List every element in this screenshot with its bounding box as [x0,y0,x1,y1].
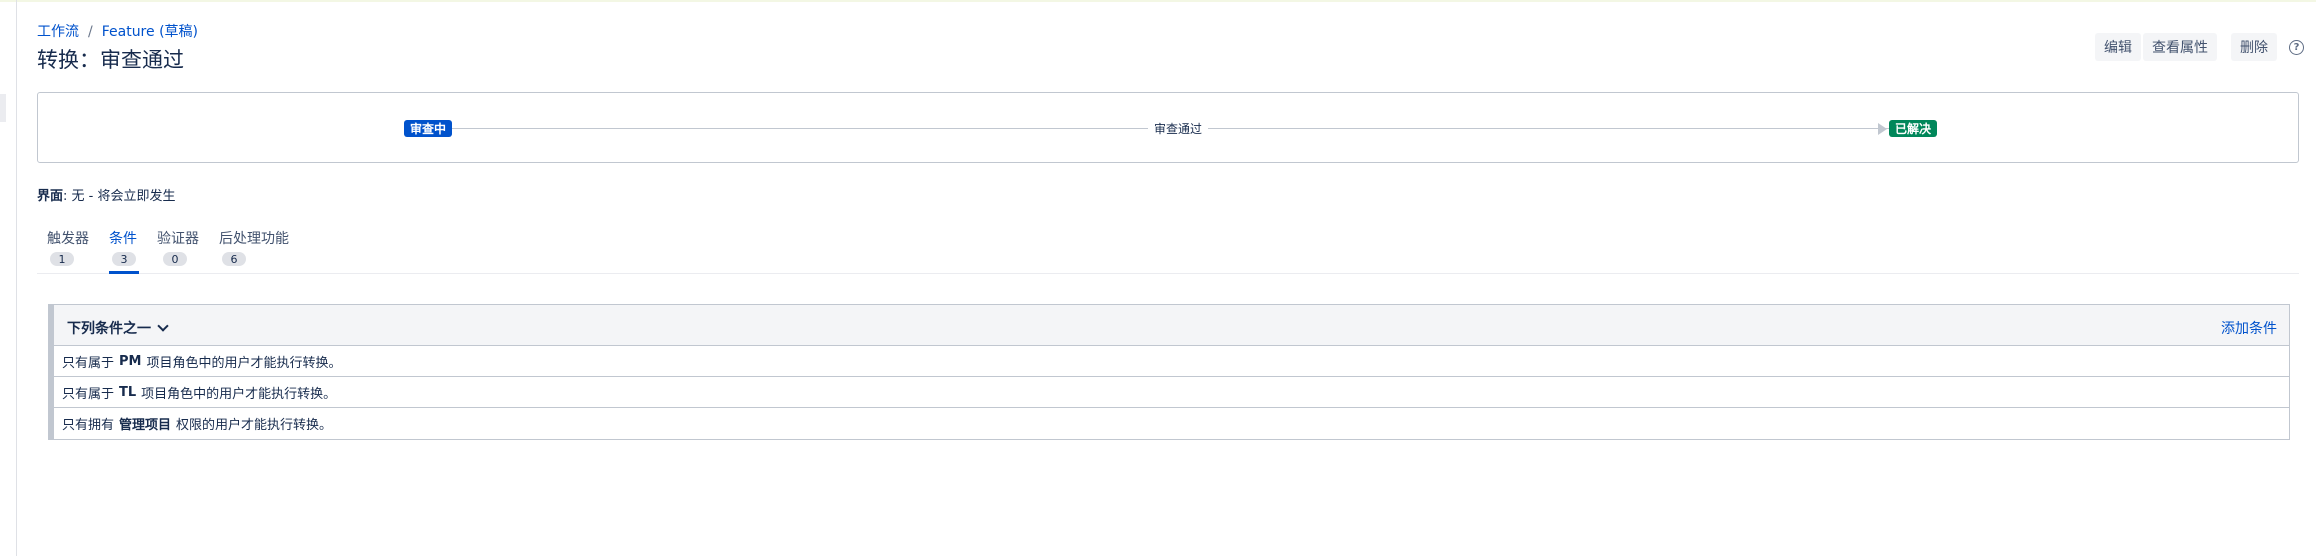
breadcrumb: 工作流 / Feature (草稿) [37,21,198,41]
tab-conditions-label: 条件 [109,231,137,247]
condition-row[interactable]: 只有拥有 管理项目 权限的用户才能执行转换。 [49,408,2289,439]
help-icon[interactable]: ? [2289,39,2304,55]
tab-triggers-label: 触发器 [47,231,89,247]
view-properties-button[interactable]: 查看属性 [2143,33,2217,61]
transition-line-right [1196,128,1920,129]
screen-info: 界面: 无 - 将会立即发生 [37,185,175,204]
condition-text-suffix: 项目角色中的用户才能执行转换。 [141,386,337,402]
condition-row[interactable]: 只有属于 PM 项目角色中的用户才能执行转换。 [49,346,2289,377]
condition-row[interactable]: 只有属于 TL 项目角色中的用户才能执行转换。 [49,377,2289,408]
edit-button[interactable]: 编辑 [2095,33,2141,61]
tab-post-functions-label: 后处理功能 [219,231,289,247]
transition-name-label: 审查通过 [1148,120,1209,137]
tab-triggers-count-badge: 1 [50,252,74,266]
condition-text-prefix: 只有属于 [62,386,115,402]
chevron-down-icon [157,320,169,332]
condition-group-dropdown[interactable]: 下列条件之一 [67,318,169,338]
sidebar-divider [16,0,17,556]
tab-post-functions-count-badge: 6 [222,252,246,266]
conditions-panel: 下列条件之一 添加条件 只有属于 PM 项目角色中的用户才能执行转换。 只有属于 TL… [48,304,2290,440]
tab-validators-count-badge: 0 [163,252,187,266]
arrow-right-icon [1878,123,1887,135]
add-condition-link[interactable]: 添加条件 [2221,318,2277,338]
condition-text-suffix: 项目角色中的用户才能执行转换。 [146,355,342,371]
top-accent-line [0,0,2316,2]
transition-diagram: 审查中 审查通过 已解决 [37,92,2299,163]
tab-validators[interactable]: 验证器 0 [157,228,202,274]
tab-validators-label: 验证器 [157,231,199,247]
from-status-lozenge: 审查中 [404,120,453,137]
condition-text-prefix: 只有属于 [62,355,115,371]
tab-conditions-count-badge: 3 [112,252,136,266]
tab-triggers[interactable]: 触发器 1 [47,228,92,274]
tab-post-functions[interactable]: 后处理功能 6 [219,228,294,274]
screen-value: : 无 - 将会立即发生 [63,189,176,204]
sidebar-collapse-handle[interactable] [0,94,6,122]
to-status-lozenge: 已解决 [1889,120,1938,137]
condition-text-prefix: 只有拥有 [62,418,115,433]
condition-text-suffix: 权限的用户才能执行转换。 [176,418,333,433]
page-title: 转换：审查通过 [37,48,184,72]
screen-label: 界面 [37,189,64,204]
condition-group-label: 下列条件之一 [67,321,151,337]
breadcrumb-separator: / [88,24,93,40]
condition-text-key: TL [119,384,137,400]
header-actions: 编辑 查看属性 删除 ? [2095,33,2304,61]
transition-line-left [450,128,1174,129]
condition-text-key: PM [119,353,142,369]
tab-conditions[interactable]: 条件 3 [109,228,139,274]
active-tab-indicator [109,271,139,274]
breadcrumb-workflows-link[interactable]: 工作流 [37,24,79,40]
condition-text-key: 管理项目 [119,418,172,433]
conditions-header: 下列条件之一 添加条件 [49,305,2289,346]
tab-bar: 触发器 1 条件 3 验证器 0 后处理功能 6 [37,228,2299,274]
delete-button[interactable]: 删除 [2231,33,2277,61]
breadcrumb-workflow-link[interactable]: Feature (草稿) [102,24,198,40]
